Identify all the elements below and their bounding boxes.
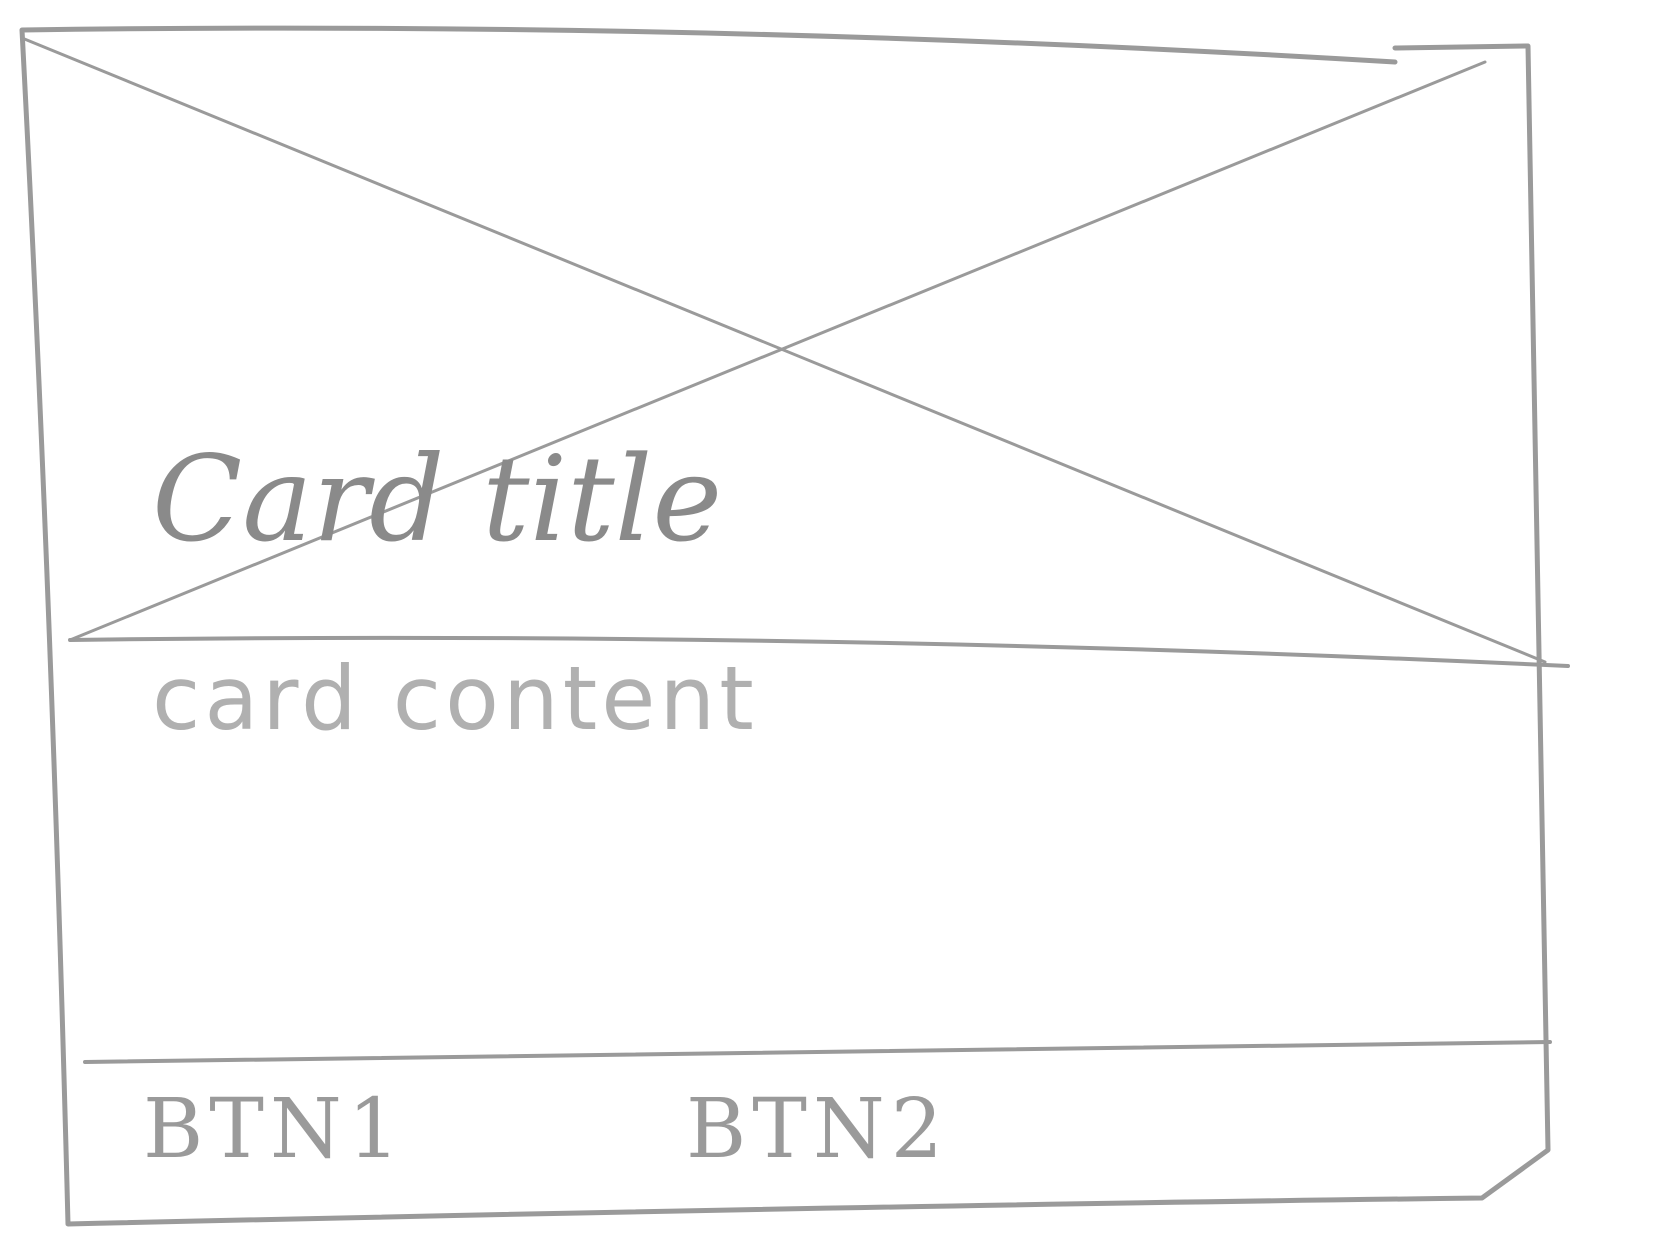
card-wireframe-sketch [19,25,1570,1227]
card-content: card content [152,647,758,750]
card-title: Card title [152,430,723,568]
wireframe-page: Card title card content BTN1 BTN2 [0,0,1653,1249]
btn1-button[interactable]: BTN1 [143,1085,406,1175]
btn2-button[interactable]: BTN2 [686,1085,949,1175]
image-placeholder-icon [20,36,1547,664]
actions-divider [83,1040,1552,1064]
